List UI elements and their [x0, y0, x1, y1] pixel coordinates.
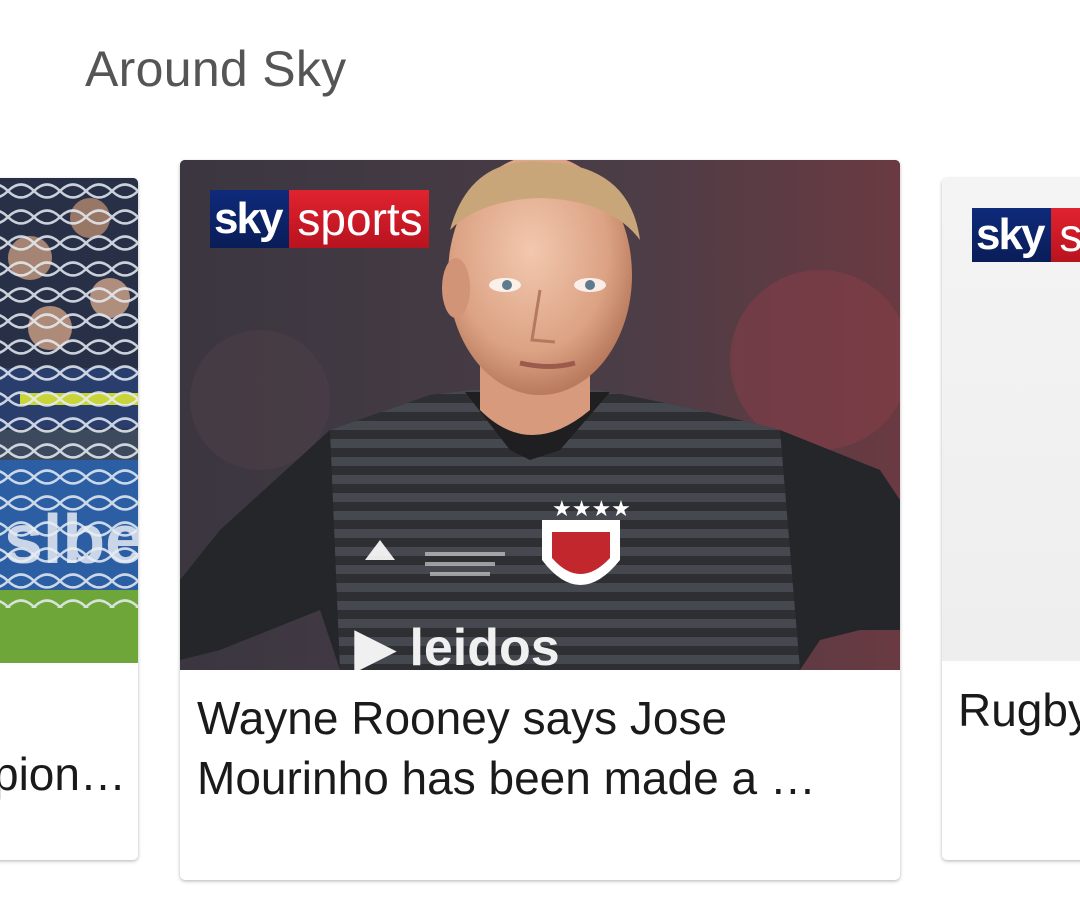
sky-logo-text: sky [210, 190, 290, 248]
article-card-rugby[interactable]: sky s Rugby [942, 178, 1080, 860]
svg-text:★★★★: ★★★★ [552, 497, 631, 522]
section-title: Around Sky [85, 41, 347, 97]
article-title[interactable]: Rugby [958, 680, 1080, 740]
article-title[interactable]: pion… [0, 744, 138, 804]
sports-logo-text: s [1051, 208, 1080, 262]
svg-text:▶ leidos: ▶ leidos [354, 619, 560, 670]
sky-logo-text: sky [972, 208, 1052, 262]
sky-sports-logo: sky s [972, 208, 1080, 262]
sports-logo-text: sports [289, 190, 429, 248]
article-thumbnail[interactable]: ★★★★ ▶ leidos sky sports [180, 160, 900, 670]
article-thumbnail[interactable]: slbe [0, 178, 138, 663]
article-card-rooney[interactable]: ★★★★ ▶ leidos sky sports Wayne Rooney sa… [180, 160, 900, 880]
article-thumbnail[interactable]: sky s [942, 178, 1080, 661]
article-card-left[interactable]: slbe pion… [0, 178, 138, 860]
sky-sports-logo: sky sports [210, 190, 429, 248]
goal-net-image: slbe [0, 178, 138, 663]
article-title[interactable]: Wayne Rooney says Jose Mourinho has been… [197, 688, 887, 808]
around-sky-section: Around Sky slbe [0, 0, 1080, 908]
